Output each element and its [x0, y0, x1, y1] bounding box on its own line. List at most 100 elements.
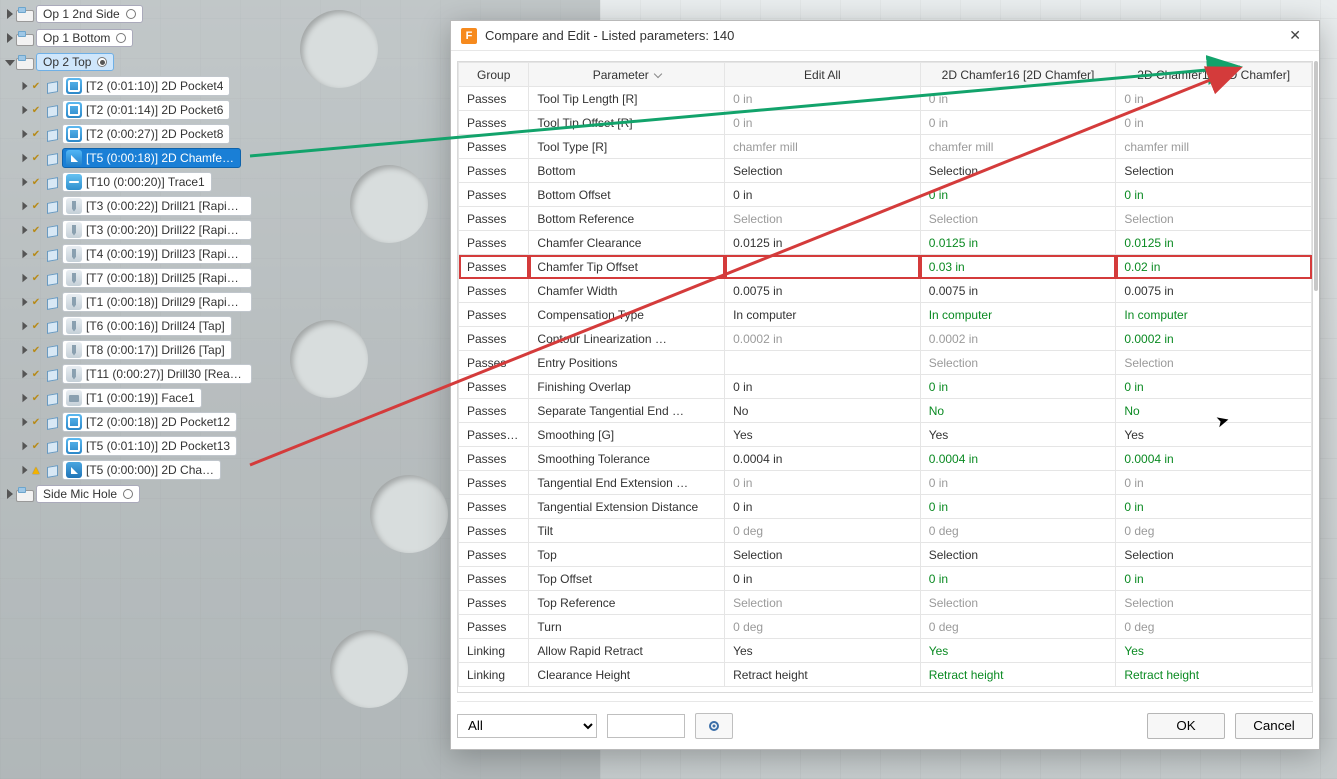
search-input[interactable]	[607, 714, 685, 738]
cell-op-a[interactable]: 0 deg	[920, 519, 1116, 543]
grid-row[interactable]: PassesBottomSelectionSelectionSelection	[459, 159, 1312, 183]
grid-row[interactable]: PassesTangential End Extension …0 in0 in…	[459, 471, 1312, 495]
dialog-titlebar[interactable]: F Compare and Edit - Listed parameters: …	[451, 21, 1319, 51]
cell-op-b[interactable]: 0 in	[1116, 375, 1312, 399]
expander-icon[interactable]	[18, 417, 28, 427]
cell-op-a[interactable]: 0 in	[920, 495, 1116, 519]
operation-chip[interactable]: [T8 (0:00:17)] Drill26 [Tap]	[62, 340, 232, 360]
close-icon[interactable]: ✕	[1281, 23, 1309, 48]
cell-op-a[interactable]: 0 in	[920, 567, 1116, 591]
operation-row[interactable]: [T1 (0:00:19)] Face1	[0, 386, 252, 410]
cell-edit-all[interactable]: Retract height	[725, 663, 921, 687]
grid-row[interactable]: PassesCompensation TypeIn computerIn com…	[459, 303, 1312, 327]
setup-label[interactable]: Op 1 Bottom	[36, 29, 133, 47]
operation-chip[interactable]: [T10 (0:00:20)] Trace1	[62, 172, 212, 192]
expander-icon[interactable]	[18, 369, 28, 379]
cell-op-b[interactable]: 0 in	[1116, 567, 1312, 591]
cell-op-a[interactable]: chamfer mill	[920, 135, 1116, 159]
operation-chip[interactable]: [T2 (0:00:27)] 2D Pocket8	[62, 124, 230, 144]
cell-edit-all[interactable]: 0 in	[725, 567, 921, 591]
operation-row[interactable]: [T11 (0:00:27)] Drill30 [Rear…	[0, 362, 252, 386]
cell-op-a[interactable]: Selection	[920, 591, 1116, 615]
expander-icon[interactable]	[18, 105, 28, 115]
cell-op-a[interactable]: Selection	[920, 543, 1116, 567]
cell-op-b[interactable]: Selection	[1116, 351, 1312, 375]
cell-op-a[interactable]: 0.0004 in	[920, 447, 1116, 471]
cell-edit-all[interactable]: 0.0002 in	[725, 327, 921, 351]
cell-op-a[interactable]: 0 in	[920, 471, 1116, 495]
scrollbar-thumb[interactable]	[1314, 61, 1318, 291]
cell-op-b[interactable]: 0 deg	[1116, 615, 1312, 639]
setup-label[interactable]: Op 2 Top	[36, 53, 114, 71]
cell-op-a[interactable]: 0.03 in	[920, 255, 1116, 279]
expander-icon[interactable]	[18, 201, 28, 211]
cell-op-b[interactable]: 0.0004 in	[1116, 447, 1312, 471]
expander-icon[interactable]	[0, 58, 16, 66]
operation-row[interactable]: [T10 (0:00:20)] Trace1	[0, 170, 252, 194]
cell-edit-all[interactable]: Yes	[725, 423, 921, 447]
expander-icon[interactable]	[18, 249, 28, 259]
operation-chip[interactable]: [T11 (0:00:27)] Drill30 [Rear…	[62, 364, 252, 384]
cell-edit-all[interactable]: 0 in	[725, 183, 921, 207]
operation-chip[interactable]: [T2 (0:00:18)] 2D Pocket12	[62, 412, 237, 432]
operation-row[interactable]: [T3 (0:00:20)] Drill22 [Rapid…	[0, 218, 252, 242]
cell-op-b[interactable]: 0.0125 in	[1116, 231, 1312, 255]
operation-chip[interactable]: [T7 (0:00:18)] Drill25 [Rapid…	[62, 268, 252, 288]
cancel-button[interactable]: Cancel	[1235, 713, 1313, 739]
cell-edit-all[interactable]: Selection	[725, 207, 921, 231]
parameter-grid[interactable]: Group Parameter Edit All 2D Chamfer16 [2…	[457, 61, 1313, 693]
col-op-b[interactable]: 2D Chamfer17 [2D Chamfer]	[1116, 63, 1312, 87]
operation-row[interactable]: [T7 (0:00:18)] Drill25 [Rapid…	[0, 266, 252, 290]
col-parameter[interactable]: Parameter	[529, 63, 725, 87]
cell-edit-all[interactable]: 0 deg	[725, 519, 921, 543]
operation-chip[interactable]: [T2 (0:01:14)] 2D Pocket6	[62, 100, 230, 120]
cell-edit-all[interactable]: 0.0075 in	[725, 279, 921, 303]
grid-row[interactable]: LinkingClearance HeightRetract heightRet…	[459, 663, 1312, 687]
operation-chip[interactable]: [T1 (0:00:18)] Drill29 [Rapid…	[62, 292, 252, 312]
expander-icon[interactable]	[18, 393, 28, 403]
grid-row[interactable]: PassesTurn0 deg0 deg0 deg	[459, 615, 1312, 639]
cell-edit-all[interactable]: Yes	[725, 639, 921, 663]
grid-row[interactable]: PassesFinishing Overlap0 in0 in0 in	[459, 375, 1312, 399]
grid-row[interactable]: PassesBottom Offset0 in0 in0 in	[459, 183, 1312, 207]
grid-row[interactable]: PassesEntry PositionsSelectionSelection	[459, 351, 1312, 375]
cell-op-b[interactable]: Selection	[1116, 591, 1312, 615]
cell-edit-all[interactable]: 0.0004 in	[725, 447, 921, 471]
cell-edit-all[interactable]: 0 in	[725, 471, 921, 495]
operation-chip[interactable]: [T2 (0:01:10)] 2D Pocket4	[62, 76, 230, 96]
grid-row[interactable]: PassesTool Tip Length [R]0 in0 in0 in	[459, 87, 1312, 111]
cell-op-a[interactable]: Yes	[920, 639, 1116, 663]
grid-row[interactable]: PassesContour Linearization …0.0002 in0.…	[459, 327, 1312, 351]
cell-op-b[interactable]: 0 in	[1116, 495, 1312, 519]
cell-op-a[interactable]: Retract height	[920, 663, 1116, 687]
cell-edit-all[interactable]: 0.0125 in	[725, 231, 921, 255]
active-radio[interactable]	[126, 9, 136, 19]
cell-edit-all[interactable]: 0 in	[725, 87, 921, 111]
expander-icon[interactable]	[18, 153, 28, 163]
action-button[interactable]	[695, 713, 733, 739]
cell-op-b[interactable]: 0 in	[1116, 183, 1312, 207]
expander-icon[interactable]	[18, 465, 28, 475]
ok-button[interactable]: OK	[1147, 713, 1225, 739]
operation-row[interactable]: [T1 (0:00:18)] Drill29 [Rapid…	[0, 290, 252, 314]
cell-op-a[interactable]: 0 in	[920, 87, 1116, 111]
cell-op-b[interactable]: Selection	[1116, 543, 1312, 567]
cell-edit-all[interactable]: No	[725, 399, 921, 423]
grid-row[interactable]: PassesTop Offset0 in0 in0 in	[459, 567, 1312, 591]
grid-row[interactable]: PassesSeparate Tangential End …NoNoNo	[459, 399, 1312, 423]
cell-op-a[interactable]: 0.0075 in	[920, 279, 1116, 303]
cell-op-a[interactable]: 0.0002 in	[920, 327, 1116, 351]
cell-op-a[interactable]: Yes	[920, 423, 1116, 447]
grid-row[interactable]: PassesTool Tip Offset [R]0 in0 in0 in	[459, 111, 1312, 135]
cell-op-b[interactable]: 0.0002 in	[1116, 327, 1312, 351]
cell-op-b[interactable]: Selection	[1116, 159, 1312, 183]
cell-op-b[interactable]: 0 in	[1116, 111, 1312, 135]
setup-label[interactable]: Op 1 2nd Side	[36, 5, 143, 23]
cell-edit-all[interactable]: chamfer mill	[725, 135, 921, 159]
active-radio[interactable]	[97, 57, 107, 67]
cell-op-b[interactable]: Yes	[1116, 639, 1312, 663]
cell-op-a[interactable]: 0.0125 in	[920, 231, 1116, 255]
cell-edit-all[interactable]: 0 deg	[725, 615, 921, 639]
operation-row[interactable]: [T5 (0:01:10)] 2D Pocket13	[0, 434, 252, 458]
cell-op-b[interactable]: Retract height	[1116, 663, 1312, 687]
